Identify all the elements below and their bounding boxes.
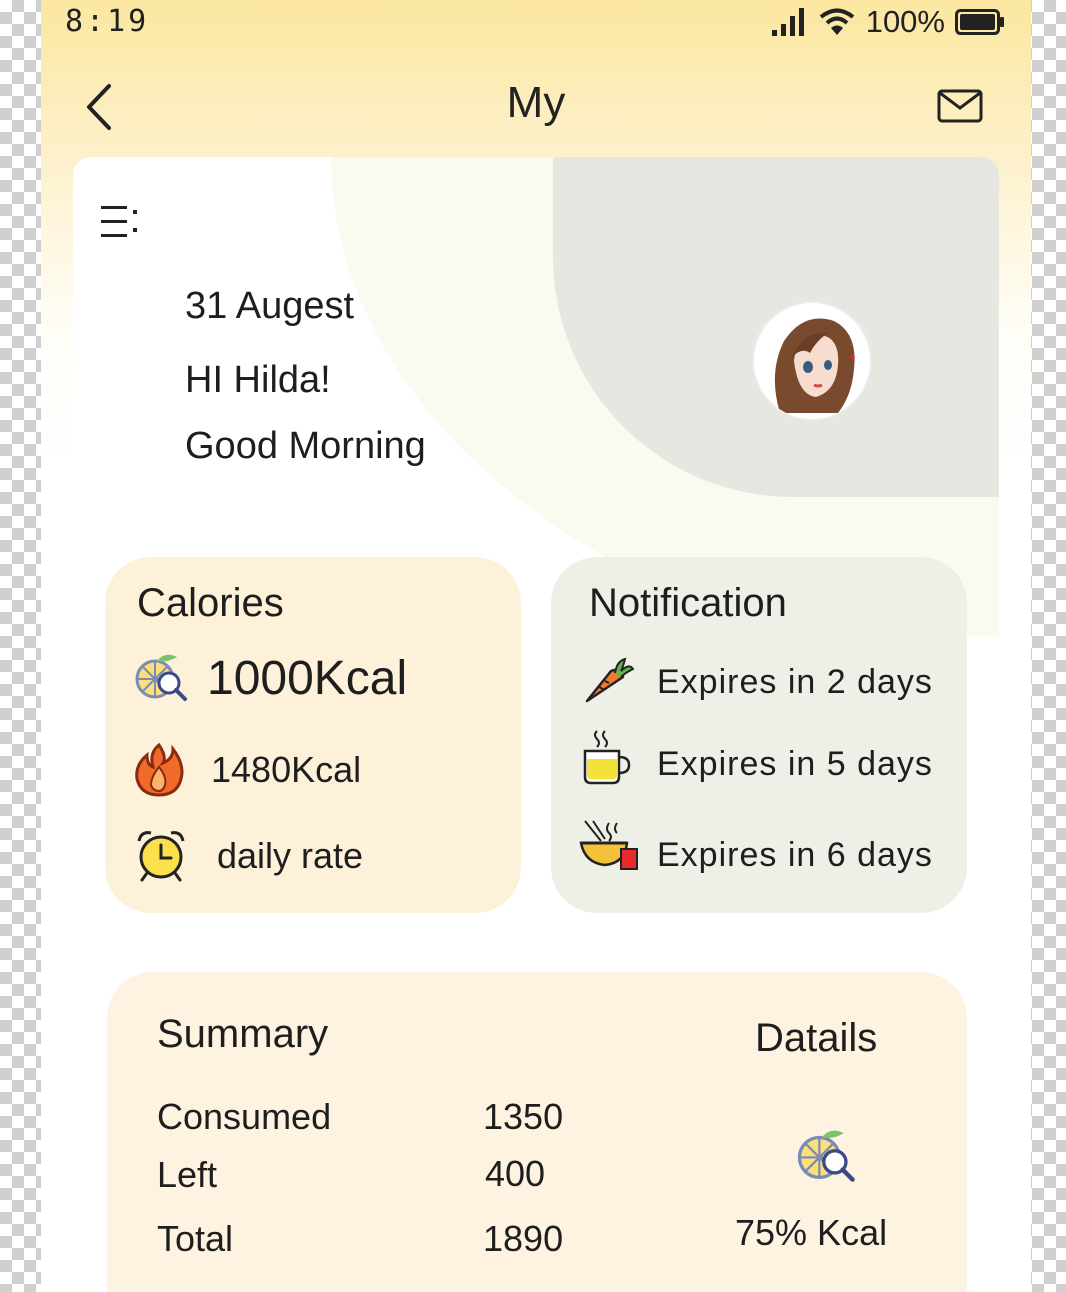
menu-icon[interactable] xyxy=(101,202,141,242)
carrot-icon xyxy=(585,657,635,703)
calories-goal: 1000Kcal xyxy=(207,652,408,705)
mail-icon[interactable] xyxy=(937,88,983,124)
tea-cup-icon xyxy=(583,730,631,785)
notification-text-3: Expires in 6 days xyxy=(657,836,933,874)
date-label: 31 Augest xyxy=(185,285,355,327)
summary-value-consumed: 1350 xyxy=(483,1096,564,1137)
daily-rate-label: daily rate xyxy=(217,835,364,876)
calories-card[interactable]: Calories 1000Kcal 1480Kcal daily rate xyxy=(105,557,521,913)
fruit-scan-icon xyxy=(135,654,187,701)
summary-percent: 75% Kcal xyxy=(735,1212,888,1253)
fire-icon xyxy=(135,742,184,797)
wifi-icon xyxy=(819,8,854,35)
signal-icon xyxy=(771,8,804,36)
page-title: My xyxy=(506,78,566,127)
avatar-illustration xyxy=(754,303,870,419)
status-icons: 100% xyxy=(770,2,1005,42)
summary-label-left: Left xyxy=(157,1154,218,1195)
notification-title: Notification xyxy=(589,581,787,625)
summary-card: Summary Datails Consumed 1350 Left 400 T… xyxy=(107,972,967,1292)
battery-percent: 100% xyxy=(865,4,945,39)
details-link[interactable]: Datails xyxy=(755,1016,877,1061)
alarm-clock-icon xyxy=(137,831,185,882)
avatar[interactable] xyxy=(754,303,870,419)
notification-text-2: Expires in 5 days xyxy=(657,745,933,783)
phone-screen: 8:19 100% My 31 Augest HI Hilda! Good Mo… xyxy=(41,0,1031,1292)
summary-label-total: Total xyxy=(157,1218,234,1259)
fruit-scan-icon xyxy=(797,1130,855,1182)
notification-text-1: Expires in 2 days xyxy=(657,663,933,701)
notification-card[interactable]: Notification Expires in 2 days Expires i… xyxy=(551,557,967,913)
summary-value-total: 1890 xyxy=(483,1218,564,1259)
calories-title: Calories xyxy=(137,581,284,625)
summary-title: Summary xyxy=(157,1012,329,1056)
salutation-label: Good Morning xyxy=(185,425,426,467)
status-time: 8:19 xyxy=(65,4,150,39)
greeting-label: HI Hilda! xyxy=(185,359,331,401)
battery-icon xyxy=(955,9,1004,35)
summary-value-left: 400 xyxy=(485,1153,546,1194)
noodle-bowl-icon xyxy=(579,820,638,870)
summary-label-consumed: Consumed xyxy=(157,1096,332,1137)
calories-burned: 1480Kcal xyxy=(211,749,362,790)
